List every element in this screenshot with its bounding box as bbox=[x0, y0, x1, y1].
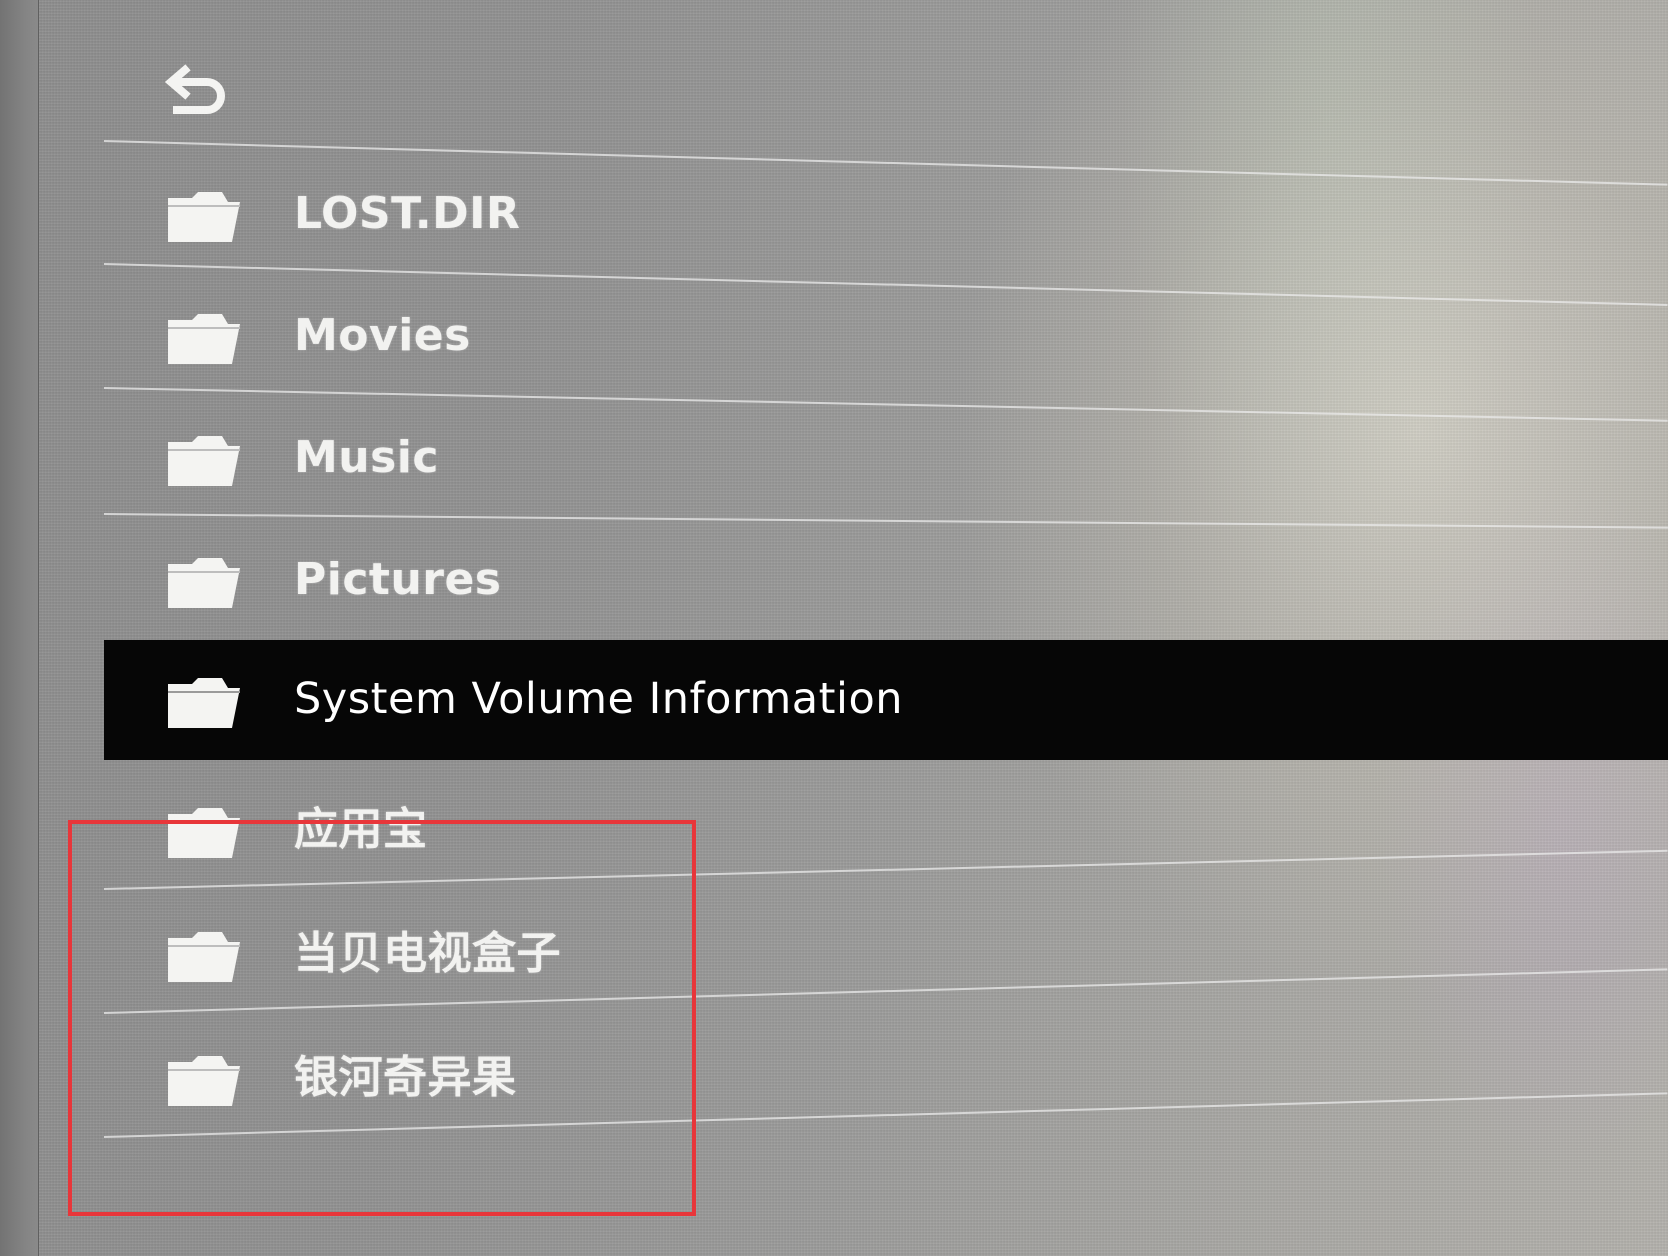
folder-row-yingyongbao[interactable]: 应用宝 bbox=[104, 766, 1668, 894]
folder-name: System Volume Information bbox=[294, 674, 904, 724]
folder-row-music[interactable]: Music bbox=[104, 394, 1668, 522]
folder-icon bbox=[166, 554, 242, 610]
folder-icon bbox=[166, 310, 242, 366]
folder-row-dangbei-tv-box[interactable]: 当贝电视盒子 bbox=[104, 890, 1668, 1018]
folder-row-system-volume-information[interactable]: System Volume Information bbox=[104, 640, 1668, 760]
folder-name: Movies bbox=[294, 310, 471, 361]
folder-row-movies[interactable]: Movies bbox=[104, 272, 1668, 400]
folder-row-lost-dir[interactable]: LOST.DIR bbox=[104, 150, 1668, 278]
folder-row-pictures[interactable]: Pictures bbox=[104, 516, 1668, 644]
folder-icon bbox=[166, 804, 242, 860]
folder-name: 当贝电视盒子 bbox=[294, 928, 561, 979]
screen-edge bbox=[0, 0, 39, 1256]
folder-icon bbox=[166, 1052, 242, 1108]
folder-row-yinhe-qiyiguo[interactable]: 银河奇异果 bbox=[104, 1014, 1668, 1142]
folder-name: 应用宝 bbox=[294, 804, 428, 855]
folder-icon bbox=[166, 188, 242, 244]
tv-screen: LOST.DIR Movies Music Pictures System Vo… bbox=[0, 0, 1668, 1256]
folder-name: LOST.DIR bbox=[294, 188, 521, 239]
file-list: LOST.DIR Movies Music Pictures System Vo… bbox=[103, 0, 1668, 1256]
folder-icon bbox=[166, 432, 242, 488]
folder-icon bbox=[166, 928, 242, 984]
folder-name: 银河奇异果 bbox=[294, 1052, 517, 1103]
folder-icon bbox=[166, 674, 242, 730]
folder-name: Music bbox=[294, 432, 439, 483]
folder-name: Pictures bbox=[294, 554, 502, 605]
